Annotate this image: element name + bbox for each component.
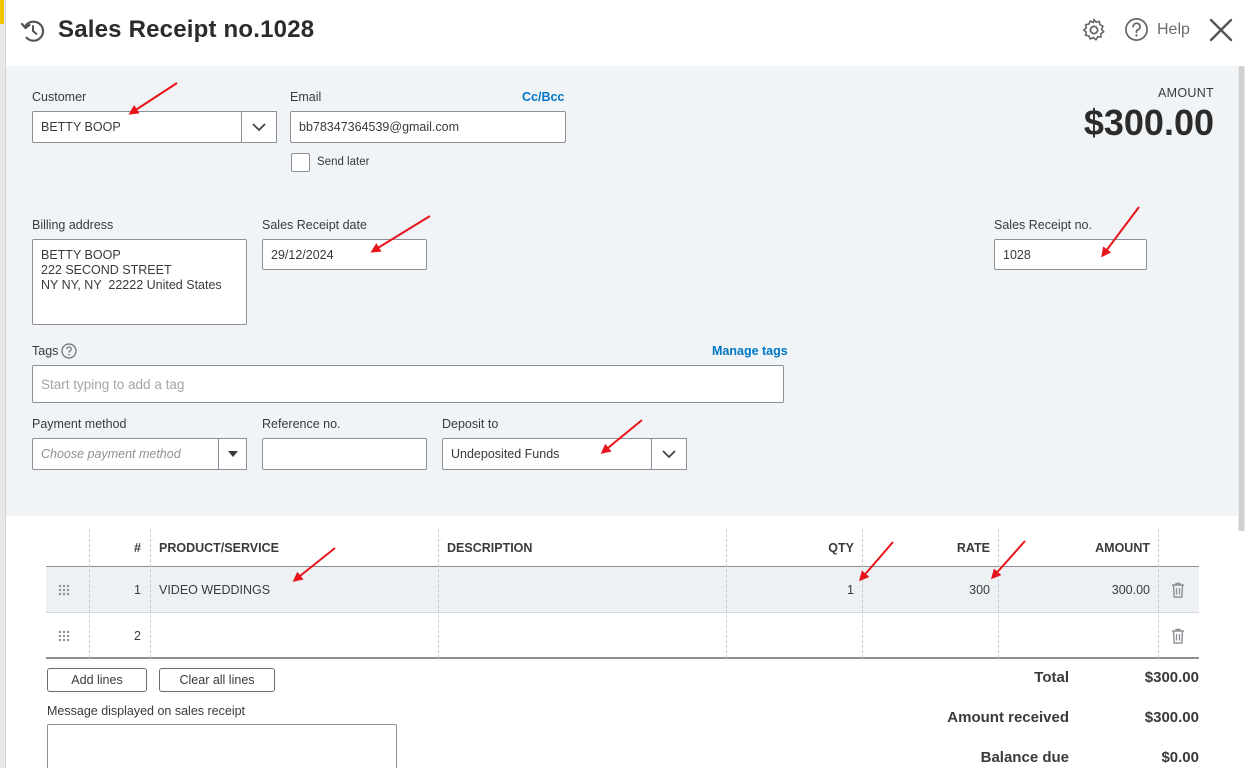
- scrollbar-thumb[interactable]: [1239, 66, 1244, 531]
- billing-address-line: BETTY BOOP: [41, 248, 121, 262]
- message-field[interactable]: [47, 724, 397, 768]
- drag-handle-icon[interactable]: [58, 613, 70, 659]
- table-row[interactable]: 2: [46, 613, 1199, 659]
- history-icon[interactable]: [20, 18, 46, 44]
- deposit-to-value: Undeposited Funds: [451, 447, 560, 461]
- amount-cell[interactable]: [998, 613, 1150, 659]
- billing-address-line: 222 SECOND STREET: [41, 263, 172, 277]
- gear-icon[interactable]: [1081, 17, 1107, 43]
- email-value: bb78347364539@gmail.com: [299, 120, 460, 134]
- column-divider: [1158, 529, 1159, 658]
- trash-icon[interactable]: [1171, 567, 1185, 613]
- receipt-no-field[interactable]: 1028: [994, 239, 1147, 270]
- drag-handle-icon[interactable]: [58, 567, 70, 613]
- page-title: Sales Receipt no.1028: [58, 16, 315, 43]
- receipt-date-value: 29/12/2024: [271, 247, 334, 262]
- column-header-description: DESCRIPTION: [447, 540, 533, 555]
- send-later-label: Send later: [317, 156, 370, 168]
- tags-label: Tags: [32, 344, 59, 358]
- reference-no-field[interactable]: [262, 438, 427, 470]
- payment-method-label: Payment method: [32, 417, 127, 431]
- customer-value: BETTY BOOP: [41, 120, 121, 134]
- tags-input[interactable]: Start typing to add a tag: [32, 365, 784, 403]
- billing-address-field[interactable]: BETTY BOOP 222 SECOND STREET NY NY, NY 2…: [32, 239, 247, 325]
- qty-cell[interactable]: [726, 613, 854, 659]
- customer-dropdown-button[interactable]: [241, 111, 277, 143]
- tags-placeholder: Start typing to add a tag: [41, 376, 185, 392]
- row-number: 1: [134, 583, 141, 597]
- balance-due-label: Balance due: [980, 749, 1069, 766]
- column-header-rate: RATE: [956, 540, 990, 555]
- tags-help-icon[interactable]: [61, 343, 77, 359]
- column-header-amount: AMOUNT: [1095, 540, 1150, 555]
- billing-address-line: NY NY, NY 22222 United States: [41, 278, 222, 292]
- total-label: Total: [1034, 669, 1069, 686]
- email-field[interactable]: bb78347364539@gmail.com: [290, 111, 566, 143]
- receipt-date-field[interactable]: 29/12/2024: [262, 239, 427, 270]
- amount-received-value: $300.00: [1144, 709, 1199, 726]
- scrollbar[interactable]: [1238, 66, 1245, 531]
- amount-received-label: Amount received: [947, 709, 1069, 726]
- email-label: Email: [290, 90, 322, 104]
- rate-cell[interactable]: 300: [862, 567, 990, 613]
- row-number: 2: [134, 629, 141, 643]
- payment-method-placeholder: Choose payment method: [41, 447, 181, 461]
- question-circle-icon: [1125, 18, 1148, 41]
- add-lines-button[interactable]: Add lines: [47, 668, 147, 692]
- column-divider: [438, 529, 439, 658]
- deposit-to-dropdown-button[interactable]: [651, 438, 687, 470]
- clear-all-lines-button[interactable]: Clear all lines: [159, 668, 275, 692]
- help-button[interactable]: Help: [1124, 17, 1190, 42]
- chevron-down-icon: [662, 450, 676, 459]
- amount-cell[interactable]: 300.00: [998, 567, 1150, 613]
- qty-cell[interactable]: 1: [726, 567, 854, 613]
- receipt-date-label: Sales Receipt date: [262, 218, 367, 232]
- payment-method-field[interactable]: Choose payment method: [32, 438, 220, 470]
- column-divider: [150, 529, 151, 658]
- column-divider: [862, 529, 863, 658]
- column-header-product: PRODUCT/SERVICE: [159, 540, 279, 555]
- column-divider: [998, 529, 999, 658]
- table-row[interactable]: 1 VIDEO WEDDINGS 1 300 300.00: [46, 567, 1199, 613]
- receipt-no-value: 1028: [1003, 247, 1031, 262]
- column-divider: [726, 529, 727, 658]
- balance-due-value: $0.00: [1161, 749, 1199, 766]
- receipt-no-label: Sales Receipt no.: [994, 218, 1092, 232]
- billing-address-label: Billing address: [32, 218, 114, 232]
- payment-method-dropdown-button[interactable]: [218, 438, 247, 470]
- send-later-checkbox[interactable]: [291, 153, 310, 172]
- column-divider: [89, 529, 90, 658]
- column-header-qty: QTY: [828, 540, 854, 555]
- close-icon[interactable]: [1208, 17, 1234, 43]
- product-cell[interactable]: VIDEO WEDDINGS: [159, 567, 270, 613]
- edge-marker: [0, 0, 4, 24]
- customer-label: Customer: [32, 90, 87, 104]
- total-value: $300.00: [1144, 669, 1199, 686]
- deposit-to-field[interactable]: Undeposited Funds: [442, 438, 652, 470]
- column-header-num: #: [134, 540, 141, 555]
- manage-tags-link[interactable]: Manage tags: [712, 344, 788, 358]
- cc-bcc-link[interactable]: Cc/Bcc: [522, 90, 564, 104]
- rate-cell[interactable]: [862, 613, 990, 659]
- reference-no-label: Reference no.: [262, 417, 341, 431]
- amount-value: $300.00: [1083, 102, 1214, 143]
- trash-icon[interactable]: [1171, 613, 1185, 659]
- help-label: Help: [1157, 20, 1190, 38]
- caret-down-icon: [227, 451, 238, 457]
- header-bar: Sales Receipt no.1028 Help: [6, 0, 1245, 66]
- chevron-down-icon: [252, 123, 266, 132]
- customer-field[interactable]: BETTY BOOP: [32, 111, 242, 143]
- message-label: Message displayed on sales receipt: [47, 704, 246, 718]
- deposit-to-label: Deposit to: [442, 417, 499, 431]
- amount-label: AMOUNT: [1158, 86, 1214, 100]
